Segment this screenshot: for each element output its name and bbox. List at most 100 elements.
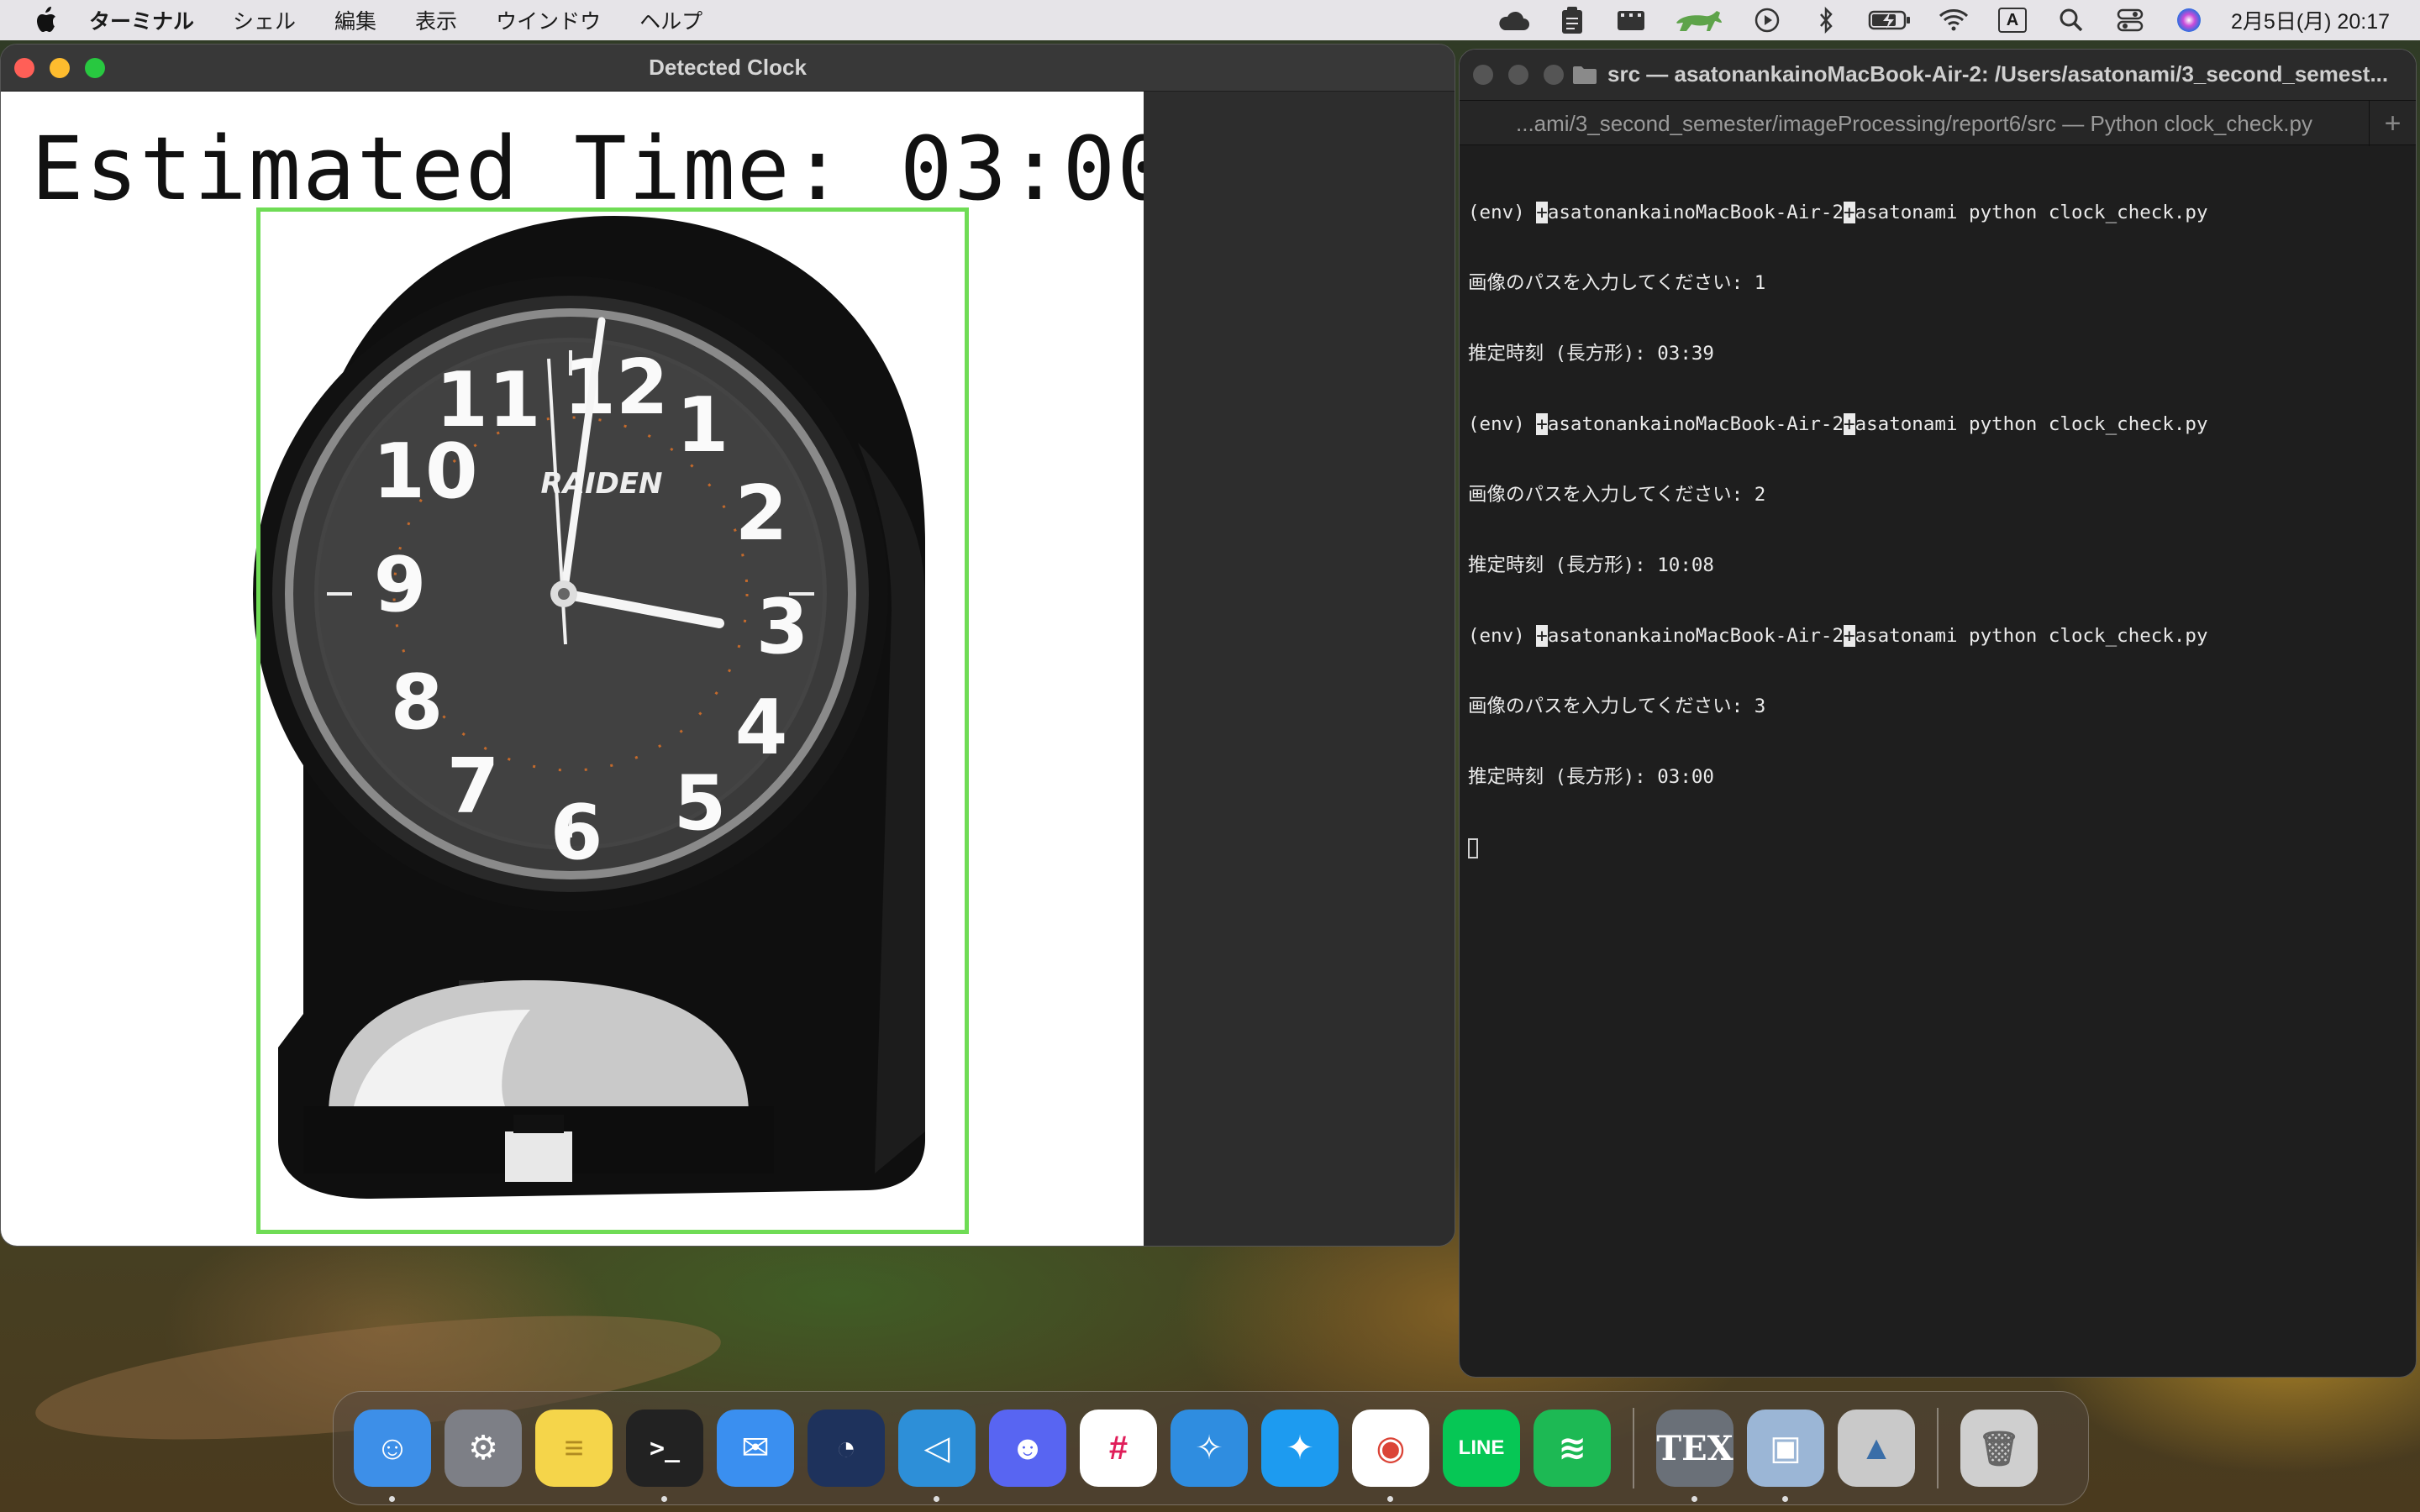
minimize-button[interactable] [50,58,70,78]
dock-separator [1937,1408,1939,1488]
terminal-prompt-line: 画像のパスを入力してください: 3 [1468,696,1766,717]
control-center-icon[interactable] [2113,5,2147,35]
menu-view[interactable]: 表示 [415,5,457,35]
discord-glyph: ☻ [1009,1429,1046,1467]
mail-glyph: ✉ [741,1430,770,1467]
terminal-zoom-button[interactable] [1544,65,1564,85]
spotify-icon[interactable]: ≋ [1534,1410,1611,1487]
safari-icon[interactable]: ✧ [1171,1410,1248,1487]
clapper-icon[interactable] [1614,5,1648,35]
running-indicator [1691,1496,1697,1502]
terminal-tab-label: ...ami/3_second_semester/imageProcessing… [1516,110,2312,136]
terminal-prompt-line: 画像のパスを入力してください: 1 [1468,272,1766,294]
running-indicator [934,1496,939,1502]
mattermost-glyph: ◔ [835,1429,857,1467]
twitter-icon[interactable]: ✦ [1261,1410,1339,1487]
preview-glyph: ▣ [1770,1430,1802,1467]
running-indicator [1782,1496,1788,1502]
terminal-icon[interactable]: >_ [626,1410,703,1502]
clipboard-icon[interactable] [1555,5,1589,35]
slack-icon[interactable]: # [1080,1410,1157,1487]
cloud-icon[interactable] [1497,5,1530,35]
menu-window[interactable]: ウインドウ [496,5,601,35]
zoom-button[interactable] [85,58,105,78]
menu-edit[interactable]: 編集 [334,5,376,35]
menu-bar: ターミナル シェル 編集 表示 ウインドウ ヘルプ A 2月5日(月) 20:1… [0,0,2420,40]
input-source-icon[interactable]: A [1996,5,2029,35]
tex-shop-glyph: TEX [1656,1428,1733,1468]
trash-glyph: 🗑 [1977,1430,2021,1467]
terminal-minimize-button[interactable] [1508,65,1528,85]
siri-icon[interactable] [2172,5,2206,35]
window-title: Detected Clock [649,55,807,80]
vscode-icon[interactable]: ◁ [898,1410,976,1502]
menu-shell[interactable]: シェル [233,5,296,35]
dock: ☺ ⚙ ≡ >_ ✉ ◔ ◁ ☻ # ✧ ✦ ◉ LINE ≋ TEX ▣ ▲ 🗑 [333,1391,2089,1505]
folder-icon [1573,66,1597,84]
mattermost-icon[interactable]: ◔ [808,1410,885,1487]
runcat-icon[interactable] [1673,5,1725,35]
terminal-result-line: 推定時刻 (長方形): 03:39 [1468,343,1714,365]
mail-icon[interactable]: ✉ [717,1410,794,1487]
python-launcher-glyph: ▲ [1860,1429,1893,1467]
line-icon[interactable]: LINE [1443,1410,1520,1487]
finder-glyph: ☺ [375,1429,410,1467]
terminal-command-line: (env) +asatonankainoMacBook-Air-2+asaton… [1468,413,2208,435]
discord-icon[interactable]: ☻ [989,1410,1066,1487]
menubar-datetime[interactable]: 2月5日(月) 20:17 [2231,5,2390,35]
terminal-titlebar[interactable]: src — asatonankainoMacBook-Air-2: /Users… [1460,50,2416,100]
running-indicator [661,1496,667,1502]
preview-icon[interactable]: ▣ [1747,1410,1824,1502]
terminal-window-controls [1473,65,1564,85]
terminal-command-line: (env) +asatonankainoMacBook-Air-2+asaton… [1468,625,2208,647]
system-settings-glyph: ⚙ [468,1430,498,1467]
terminal-result-line: 推定時刻 (長方形): 03:00 [1468,766,1714,788]
terminal-title-text: src — asatonankainoMacBook-Air-2: /Users… [1607,61,2389,87]
terminal-title: src — asatonankainoMacBook-Air-2: /Users… [1572,61,2388,87]
window-controls [14,58,105,78]
notes-glyph: ≡ [564,1429,584,1467]
wifi-icon[interactable] [1937,5,1970,35]
slack-glyph: # [1108,1429,1128,1467]
dock-separator [1633,1408,1634,1488]
detection-bounding-box [256,207,969,1234]
close-button[interactable] [14,58,34,78]
system-settings-icon[interactable]: ⚙ [445,1410,522,1487]
twitter-glyph: ✦ [1286,1430,1314,1467]
new-tab-button[interactable]: + [2369,101,2416,146]
menu-help[interactable]: ヘルプ [639,5,702,35]
canvas-empty-area [1144,92,1455,1246]
tex-shop-icon[interactable]: TEX [1656,1410,1733,1502]
apple-icon[interactable] [30,3,64,37]
search-icon[interactable] [2054,5,2088,35]
terminal-tab-bar: ...ami/3_second_semester/imageProcessing… [1460,100,2416,146]
terminal-command-line: (env) +asatonankainoMacBook-Air-2+asaton… [1468,202,2208,223]
chrome-icon[interactable]: ◉ [1352,1410,1429,1502]
safari-glyph: ✧ [1195,1430,1223,1467]
terminal-glyph: >_ [649,1433,681,1463]
finder-icon[interactable]: ☺ [354,1410,431,1502]
terminal-close-button[interactable] [1473,65,1493,85]
text-cursor [1468,837,1478,858]
terminal-tab[interactable]: ...ami/3_second_semester/imageProcessing… [1460,101,2369,146]
running-indicator [1387,1496,1393,1502]
notes-icon[interactable]: ≡ [535,1410,613,1487]
battery-icon[interactable] [1868,5,1912,35]
play-icon[interactable] [1750,5,1784,35]
detected-clock-window: Detected Clock Estimated Time: 03:00 12 … [0,44,1455,1247]
spotify-glyph: ≋ [1558,1430,1586,1467]
bluetooth-icon[interactable] [1809,5,1843,35]
detected-clock-titlebar[interactable]: Detected Clock [1,45,1455,92]
python-launcher-icon[interactable]: ▲ [1838,1410,1915,1487]
terminal-prompt-line: 画像のパスを入力してください: 2 [1468,484,1766,506]
terminal-cursor-line [1468,836,2407,859]
estimated-time-label: Estimated Time: 03:00 [31,118,1144,220]
menu-app-name[interactable]: ターミナル [89,5,194,35]
trash-icon[interactable]: 🗑 [1960,1410,2038,1487]
terminal-output[interactable]: (env) +asatonankainoMacBook-Air-2+asaton… [1460,145,2416,915]
chrome-glyph: ◉ [1376,1430,1406,1467]
input-source-label: A [1998,8,2028,33]
image-canvas: Estimated Time: 03:00 12 11 1 10 2 9 3 8… [1,92,1144,1246]
vscode-glyph: ◁ [923,1430,950,1467]
line-glyph: LINE [1458,1436,1505,1459]
